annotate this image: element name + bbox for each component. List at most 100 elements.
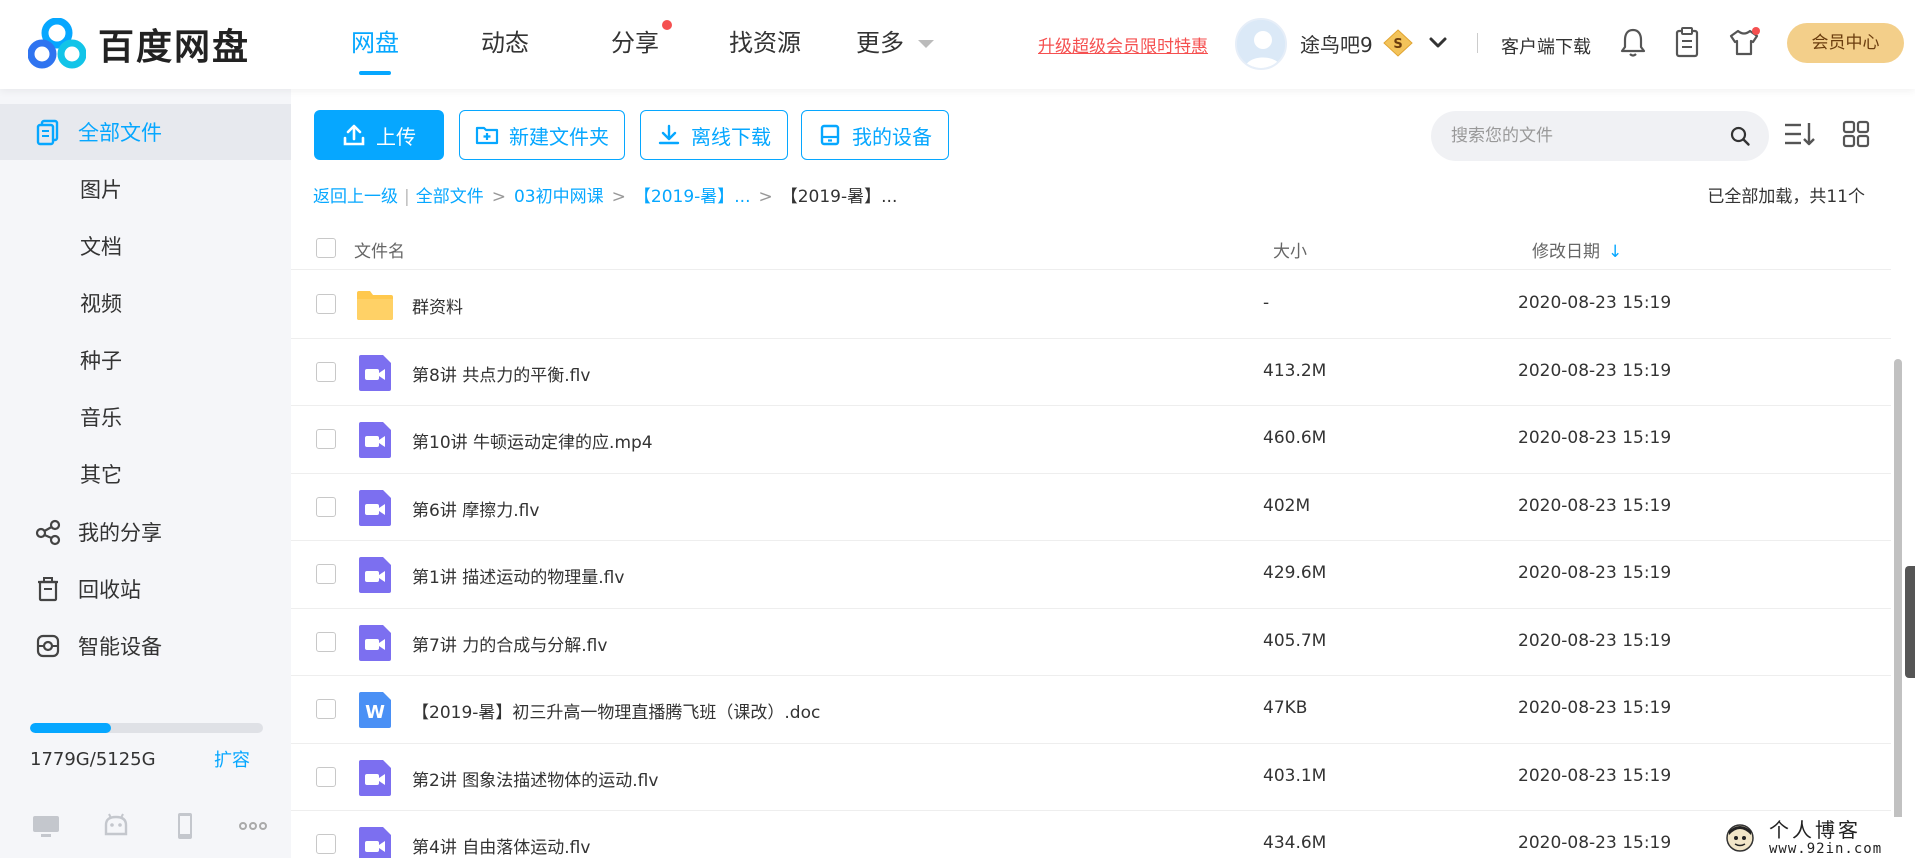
file-name[interactable]: 第8讲 共点力的平衡.flv <box>412 361 590 386</box>
bell-icon[interactable] <box>1618 26 1648 58</box>
nav-label: 网盘 <box>351 29 399 57</box>
row-checkbox[interactable] <box>316 564 336 584</box>
client-download-link[interactable]: 客户端下载 <box>1501 33 1591 59</box>
username[interactable]: 途鸟吧9 <box>1300 29 1373 58</box>
desktop-icon[interactable] <box>29 809 63 843</box>
table-row[interactable]: 第1讲 描述运动的物理量.flv 429.6M 2020-08-23 15:19 <box>291 541 1891 609</box>
watermark: 个人博客 www.92in.com <box>1725 817 1915 858</box>
column-header-date[interactable]: 修改日期 ↓ <box>1532 237 1622 262</box>
table-row[interactable]: W 【2019-暑】初三升高一物理直播腾飞班（课改）.doc 47KB 2020-08… <box>291 676 1891 744</box>
row-checkbox[interactable] <box>316 294 336 314</box>
row-checkbox[interactable] <box>316 699 336 719</box>
file-date: 2020-08-23 15:19 <box>1518 765 1672 786</box>
caret-down-icon <box>918 40 934 48</box>
table-row[interactable]: 第7讲 力的合成与分解.flv 405.7M 2020-08-23 15:19 <box>291 609 1891 676</box>
file-size: 413.2M <box>1263 360 1327 381</box>
nav-label: 更多 <box>856 29 904 57</box>
breadcrumb-item-all-files[interactable]: 全部文件 <box>416 187 484 207</box>
vip-center-button[interactable]: 会员中心 <box>1787 23 1904 63</box>
upload-button[interactable]: 上传 <box>314 110 444 160</box>
file-name[interactable]: 第6讲 摩擦力.flv <box>412 496 539 521</box>
breadcrumb-item-course[interactable]: 03初中网课 <box>514 187 604 207</box>
column-header-name[interactable]: 文件名 <box>354 237 405 262</box>
file-size: 47KB <box>1263 698 1308 718</box>
breadcrumb-item-parent[interactable]: 【2019-暑】... <box>634 187 751 207</box>
row-checkbox[interactable] <box>316 631 336 652</box>
nav-activity[interactable]: 动态 <box>440 0 570 89</box>
my-devices-button[interactable]: 我的设备 <box>801 110 949 160</box>
file-name[interactable]: 第4讲 自由落体运动.flv <box>412 833 590 858</box>
column-header-size[interactable]: 大小 <box>1273 237 1307 262</box>
file-name[interactable]: 第2讲 图象法描述物体的运动.flv <box>412 766 658 791</box>
video-file-icon <box>355 623 395 663</box>
sidebar-item-other[interactable]: 其它 <box>0 446 291 502</box>
android-icon[interactable] <box>99 809 133 843</box>
more-icon[interactable] <box>236 809 270 843</box>
avatar[interactable] <box>1235 18 1287 70</box>
breadcrumb: 返回上一级 | 全部文件 >03初中网课 > 【2019-暑】... > 【2019-暑】..… <box>313 182 897 207</box>
file-table-header: 文件名 大小 修改日期 ↓ <box>291 226 1891 270</box>
file-date: 2020-08-23 15:19 <box>1518 495 1672 516</box>
nav-share[interactable]: 分享 <box>570 0 700 89</box>
row-checkbox[interactable] <box>316 496 336 517</box>
table-row[interactable]: 第2讲 图象法描述物体的运动.flv 403.1M 2020-08-23 15:19 <box>291 744 1891 811</box>
phone-icon[interactable] <box>168 809 202 843</box>
tshirt-icon[interactable] <box>1727 26 1761 58</box>
file-name[interactable]: 第7讲 力的合成与分解.flv <box>412 631 607 656</box>
nav-find-resources[interactable]: 找资源 <box>700 0 830 89</box>
chevron-down-icon[interactable] <box>1427 31 1449 53</box>
row-checkbox[interactable] <box>316 429 336 449</box>
nav-netdisk[interactable]: 网盘 <box>310 0 440 89</box>
sidebar-item-music[interactable]: 音乐 <box>0 389 291 445</box>
file-name[interactable]: 第10讲 牛顿运动定律的应.mp4 <box>412 428 653 453</box>
select-all-checkbox[interactable] <box>316 238 336 258</box>
nav-label: 分享 <box>611 29 659 57</box>
storage-progress-bar <box>30 723 263 733</box>
search-icon[interactable] <box>1729 125 1751 147</box>
new-folder-button[interactable]: 新建文件夹 <box>459 110 625 160</box>
sidebar-item-videos[interactable]: 视频 <box>0 275 291 331</box>
file-name[interactable]: 【2019-暑】初三升高一物理直播腾飞班（课改）.doc <box>412 698 820 723</box>
watermark-url: www.92in.com <box>1769 840 1883 857</box>
sort-icon[interactable] <box>1783 119 1817 149</box>
upgrade-promo-link[interactable]: 升级超级会员限时特惠 <box>1038 32 1208 57</box>
sidebar-item-my-shares[interactable]: 我的分享 <box>0 504 291 560</box>
search-input[interactable] <box>1451 123 1721 149</box>
watermark-title: 个人博客 <box>1769 817 1861 842</box>
upload-label: 上传 <box>376 124 416 149</box>
row-checkbox[interactable] <box>316 361 336 382</box>
sidebar-item-smart-devices[interactable]: 智能设备 <box>0 618 291 674</box>
video-file-icon <box>355 758 395 798</box>
logo[interactable]: 百度网盘 <box>28 18 250 70</box>
scrollbar[interactable] <box>1891 271 1905 851</box>
table-row[interactable]: 第4讲 自由落体运动.flv 434.6M 2020-08-23 15:19 <box>291 811 1891 858</box>
scrollbar-thumb[interactable] <box>1894 359 1902 827</box>
sidebar-item-recycle-bin[interactable]: 回收站 <box>0 561 291 617</box>
breadcrumb-separator: > <box>758 187 773 207</box>
table-row[interactable]: 第6讲 摩擦力.flv 402M 2020-08-23 15:19 <box>291 474 1891 541</box>
table-row[interactable]: 第10讲 牛顿运动定律的应.mp4 460.6M 2020-08-23 15:19 <box>291 406 1891 474</box>
offline-download-button[interactable]: 离线下载 <box>640 110 788 160</box>
sidebar-item-documents[interactable]: 文档 <box>0 218 291 274</box>
sidebar-item-torrents[interactable]: 种子 <box>0 332 291 388</box>
row-checkbox[interactable] <box>316 766 336 787</box>
table-row[interactable]: 第8讲 共点力的平衡.flv 413.2M 2020-08-23 15:19 <box>291 339 1891 406</box>
nav-more[interactable]: 更多 <box>830 0 960 89</box>
breadcrumb-back-link[interactable]: 返回上一级 <box>313 187 398 207</box>
row-checkbox[interactable] <box>316 834 336 854</box>
file-name[interactable]: 群资料 <box>412 293 463 318</box>
grid-view-icon[interactable] <box>1841 119 1871 149</box>
breadcrumb-separator: > <box>611 187 626 207</box>
table-row[interactable]: 群资料 - 2020-08-23 15:19 <box>291 271 1891 339</box>
clipboard-icon[interactable] <box>1672 26 1702 58</box>
side-panel-handle[interactable] <box>1905 566 1915 678</box>
sidebar-item-images[interactable]: 图片 <box>0 161 291 217</box>
column-header-date-label: 修改日期 <box>1532 242 1600 262</box>
main-content: 上传 新建文件夹 离线下载 我的设备 搜索您的文件 返回上一级 | 全部文件 >… <box>291 89 1915 858</box>
notification-dot <box>662 20 672 30</box>
sidebar-item-label: 图片 <box>80 178 122 202</box>
file-name[interactable]: 第1讲 描述运动的物理量.flv <box>412 563 624 588</box>
expand-storage-link[interactable]: 扩容 <box>214 746 250 772</box>
file-date: 2020-08-23 15:19 <box>1518 428 1672 448</box>
sidebar-item-all-files[interactable]: 全部文件 <box>0 104 291 160</box>
